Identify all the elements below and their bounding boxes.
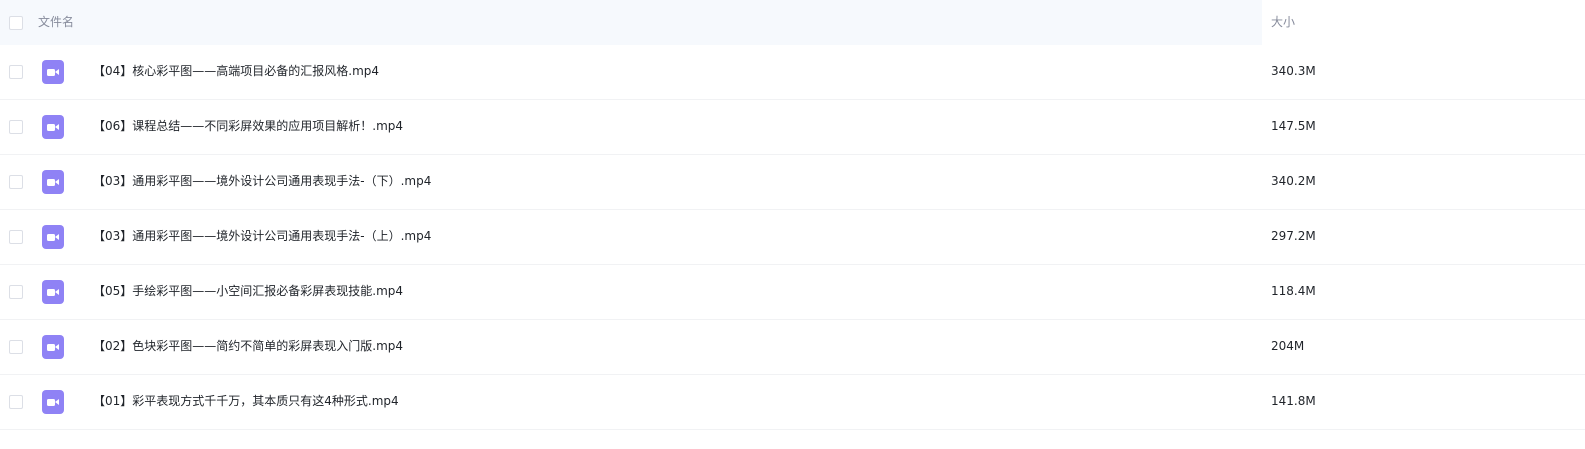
row-checkbox[interactable] — [9, 120, 23, 134]
video-file-icon — [42, 225, 64, 249]
file-name[interactable]: 【03】通用彩平图——境外设计公司通用表现手法-（下）.mp4 — [93, 173, 431, 189]
file-row[interactable]: 【01】彩平表现方式千千万，其本质只有这4种形式.mp4 141.8M — [0, 375, 1585, 430]
file-name[interactable]: 【02】色块彩平图——简约不简单的彩屏表现入门版.mp4 — [93, 338, 403, 354]
file-size: 297.2M — [1271, 229, 1316, 243]
file-row[interactable]: 【05】手绘彩平图——小空间汇报必备彩屏表现技能.mp4 118.4M — [0, 265, 1585, 320]
file-row[interactable]: 【02】色块彩平图——简约不简单的彩屏表现入门版.mp4 204M — [0, 320, 1585, 375]
row-checkbox[interactable] — [9, 65, 23, 79]
file-list: 文件名 大小 【04】核心彩平图——高端项目必备的汇报风格.mp4 340.3M… — [0, 0, 1585, 449]
video-file-icon — [42, 60, 64, 84]
file-row[interactable]: 【04】核心彩平图——高端项目必备的汇报风格.mp4 340.3M — [0, 45, 1585, 100]
file-size: 118.4M — [1271, 284, 1316, 298]
video-file-icon — [42, 170, 64, 194]
header-name-column-bg — [0, 0, 1262, 45]
row-checkbox[interactable] — [9, 395, 23, 409]
video-file-icon — [42, 115, 64, 139]
file-size: 340.3M — [1271, 64, 1316, 78]
video-file-icon — [42, 280, 64, 304]
file-size: 204M — [1271, 339, 1305, 353]
file-name[interactable]: 【04】核心彩平图——高端项目必备的汇报风格.mp4 — [93, 63, 379, 79]
column-header-size[interactable]: 大小 — [1271, 14, 1295, 30]
file-name[interactable]: 【05】手绘彩平图——小空间汇报必备彩屏表现技能.mp4 — [93, 283, 403, 299]
file-name[interactable]: 【01】彩平表现方式千千万，其本质只有这4种形式.mp4 — [93, 393, 399, 409]
list-header: 文件名 大小 — [0, 0, 1585, 45]
video-file-icon — [42, 335, 64, 359]
column-header-name[interactable]: 文件名 — [38, 14, 74, 30]
file-name[interactable]: 【03】通用彩平图——境外设计公司通用表现手法-（上）.mp4 — [93, 228, 431, 244]
file-size: 340.2M — [1271, 174, 1316, 188]
file-row[interactable]: 【03】通用彩平图——境外设计公司通用表现手法-（下）.mp4 340.2M — [0, 155, 1585, 210]
file-size: 147.5M — [1271, 119, 1316, 133]
file-size: 141.8M — [1271, 394, 1316, 408]
row-checkbox[interactable] — [9, 230, 23, 244]
select-all-checkbox[interactable] — [9, 16, 23, 30]
row-checkbox[interactable] — [9, 285, 23, 299]
row-checkbox[interactable] — [9, 340, 23, 354]
file-row[interactable]: 【03】通用彩平图——境外设计公司通用表现手法-（上）.mp4 297.2M — [0, 210, 1585, 265]
file-name[interactable]: 【06】课程总结——不同彩屏效果的应用项目解析！.mp4 — [93, 118, 403, 134]
video-file-icon — [42, 390, 64, 414]
file-row[interactable]: 【06】课程总结——不同彩屏效果的应用项目解析！.mp4 147.5M — [0, 100, 1585, 155]
row-checkbox[interactable] — [9, 175, 23, 189]
